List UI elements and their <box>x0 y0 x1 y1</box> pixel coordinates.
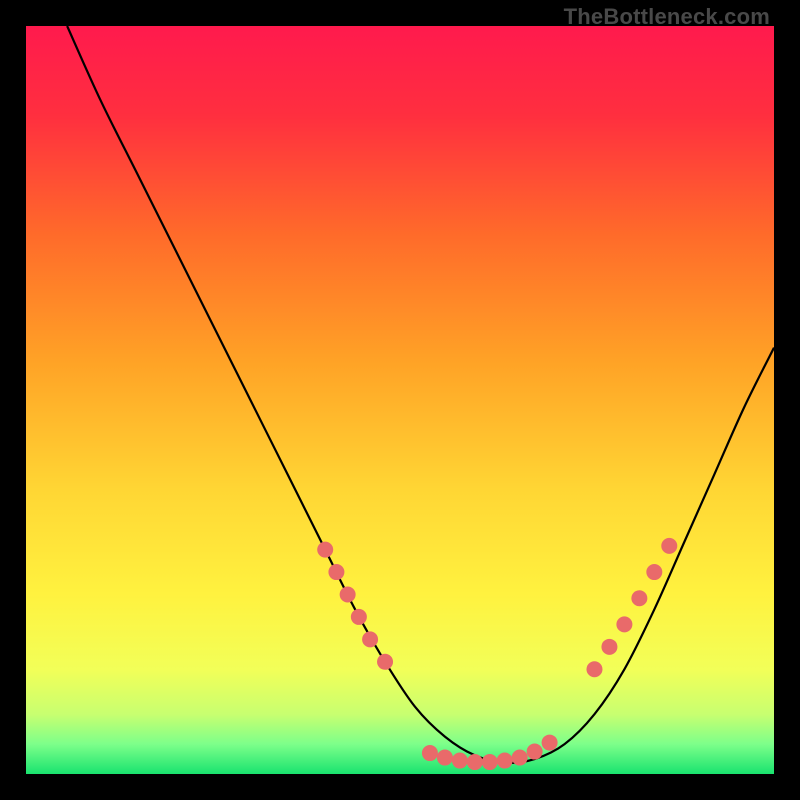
curve-marker-dot <box>467 754 483 770</box>
curve-marker-dot <box>422 745 438 761</box>
curve-marker-dot <box>328 564 344 580</box>
gradient-background <box>26 26 774 774</box>
curve-marker-dot <box>616 616 632 632</box>
curve-marker-dot <box>661 538 677 554</box>
curve-marker-dot <box>512 750 528 766</box>
plot-area <box>26 26 774 774</box>
curve-marker-dot <box>527 744 543 760</box>
curve-marker-dot <box>586 661 602 677</box>
curve-marker-dot <box>317 542 333 558</box>
curve-marker-dot <box>497 753 513 769</box>
chart-svg <box>26 26 774 774</box>
curve-marker-dot <box>351 609 367 625</box>
curve-marker-dot <box>377 654 393 670</box>
curve-marker-dot <box>437 750 453 766</box>
chart-frame: TheBottleneck.com <box>0 0 800 800</box>
curve-marker-dot <box>646 564 662 580</box>
curve-marker-dot <box>542 735 558 751</box>
curve-marker-dot <box>601 639 617 655</box>
curve-marker-dot <box>482 754 498 770</box>
curve-marker-dot <box>452 753 468 769</box>
curve-marker-dot <box>362 631 378 647</box>
curve-marker-dot <box>631 590 647 606</box>
curve-marker-dot <box>340 586 356 602</box>
